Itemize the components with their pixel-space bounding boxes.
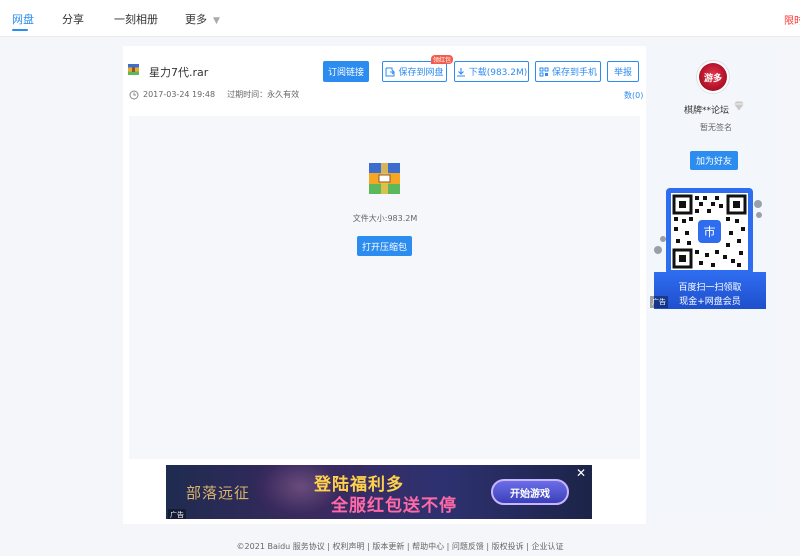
page-footer: ©2021 Baidu 服务协议 | 权利声明 | 版本更新 | 帮助中心 | … [236, 542, 564, 551]
avatar[interactable]: 游多 [696, 60, 730, 94]
nav-item-album[interactable]: 一刻相册 [114, 11, 158, 27]
chevron-down-icon: ▼ [213, 16, 220, 26]
add-friend-label: 加为好友 [695, 157, 732, 167]
rar-file-icon [128, 64, 139, 75]
subscribe-link-button[interactable]: 订阅链接 [323, 61, 369, 82]
qr-code-ad[interactable]: 巿 百度扫一扫领取 现金+网盘会员 广告 [650, 188, 766, 309]
decor-blob [754, 200, 762, 208]
nav-more-label: 更多 [185, 13, 207, 26]
subscribe-label: 订阅链接 [327, 68, 364, 78]
ad-play-button[interactable]: 开始游戏 [491, 479, 569, 505]
nav-item-share[interactable]: 分享 [62, 11, 84, 27]
diamond-icon [734, 101, 744, 111]
clock-icon [129, 90, 139, 99]
ad-subheadline: 全服红包送不停 [331, 496, 457, 516]
qr-caption-line2: 现金+网盘会员 [679, 297, 741, 307]
phone-qr-icon [539, 67, 549, 76]
close-icon[interactable]: ✕ [576, 466, 586, 480]
file-name: 星力7代.rar [149, 66, 209, 79]
save-phone-label: 保存到手机 [551, 68, 597, 78]
nav-active-underline [12, 29, 28, 31]
expire-time: 过期时间：永久有效 [227, 90, 300, 99]
ad-tag: 广告 [650, 296, 668, 308]
decor-blob [756, 212, 762, 218]
qr-code-image: 巿 [671, 193, 748, 270]
game-ad-banner[interactable]: 部落远征 登陆福利多 全服红包送不停 开始游戏 ✕ 广告 [166, 465, 592, 519]
download-button[interactable]: 下载(983.2M) [454, 61, 529, 82]
qr-center-logo: 巿 [703, 225, 715, 239]
file-size: 文件大小:983.2M [352, 214, 418, 223]
sharer-username[interactable]: 棋牌**论坛 [684, 103, 729, 116]
share-date: 2017-03-24 19:48 [143, 90, 216, 99]
ad-play-label: 开始游戏 [510, 488, 550, 500]
file-meta: 2017-03-24 19:48 过期时间：永久有效 [129, 89, 299, 100]
open-archive-label: 打开压缩包 [361, 242, 407, 253]
save-netdisk-label: 保存到网盘 [398, 68, 444, 78]
nav-right-link[interactable]: 限时 [784, 12, 800, 27]
save-to-netdisk-button[interactable]: 保存到网盘 [382, 61, 447, 82]
zip-archive-icon [369, 163, 400, 194]
download-label: 下载(983.2M) [468, 68, 528, 78]
qr-caption: 百度扫一扫领取 现金+网盘会员 [654, 272, 766, 309]
nav-item-more[interactable]: 更多 ▼ [185, 11, 220, 27]
report-label: 举报 [613, 68, 632, 78]
nav-item-netdisk[interactable]: 网盘 [12, 11, 34, 27]
decor-blob [654, 246, 662, 254]
top-nav: 网盘 分享 一刻相册 更多 ▼ 限时 [0, 0, 800, 37]
qr-caption-line1: 百度扫一扫领取 [678, 283, 742, 293]
avatar-image: 游多 [699, 63, 727, 91]
ad-tag: 广告 [168, 509, 186, 519]
save-icon [385, 67, 396, 76]
add-friend-button[interactable]: 加为好友 [690, 151, 738, 170]
comment-count[interactable]: 数(0) [624, 90, 643, 101]
report-button[interactable]: 举报 [607, 61, 639, 82]
sharer-signature: 暂无签名 [700, 123, 732, 132]
ad-game-title: 部落远征 [186, 484, 251, 502]
save-to-phone-button[interactable]: 保存到手机 [535, 61, 601, 82]
open-archive-button[interactable]: 打开压缩包 [357, 236, 412, 256]
red-packet-badge: 领红包 [431, 55, 453, 64]
download-icon [456, 67, 465, 77]
